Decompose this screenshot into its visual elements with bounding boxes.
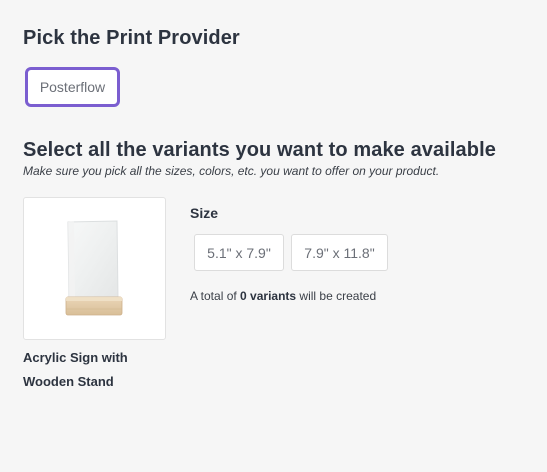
size-option-8x12[interactable]: 7.9" x 11.8"	[291, 234, 388, 271]
product-name: Acrylic Sign with Wooden Stand	[23, 350, 128, 389]
product-image-card	[23, 197, 166, 340]
summary-suffix: will be created	[296, 289, 377, 303]
size-label: Size	[190, 205, 219, 221]
page: Pick the Print Provider Posterflow Selec…	[0, 0, 547, 472]
print-provider-heading: Pick the Print Provider	[23, 27, 240, 49]
provider-posterflow-button[interactable]: Posterflow	[25, 67, 120, 107]
summary-prefix: A total of	[190, 289, 241, 303]
variants-total-summary: A total of 0 variants will be created	[190, 289, 376, 303]
size-option-5x8[interactable]: 5.1" x 7.9"	[194, 234, 284, 271]
acrylic-sign-icon	[65, 220, 123, 316]
variant-count: 0 variants	[240, 289, 297, 303]
variants-heading: Select all the variants you want to make…	[23, 139, 496, 161]
variants-subtitle: Make sure you pick all the sizes, colors…	[23, 164, 440, 178]
